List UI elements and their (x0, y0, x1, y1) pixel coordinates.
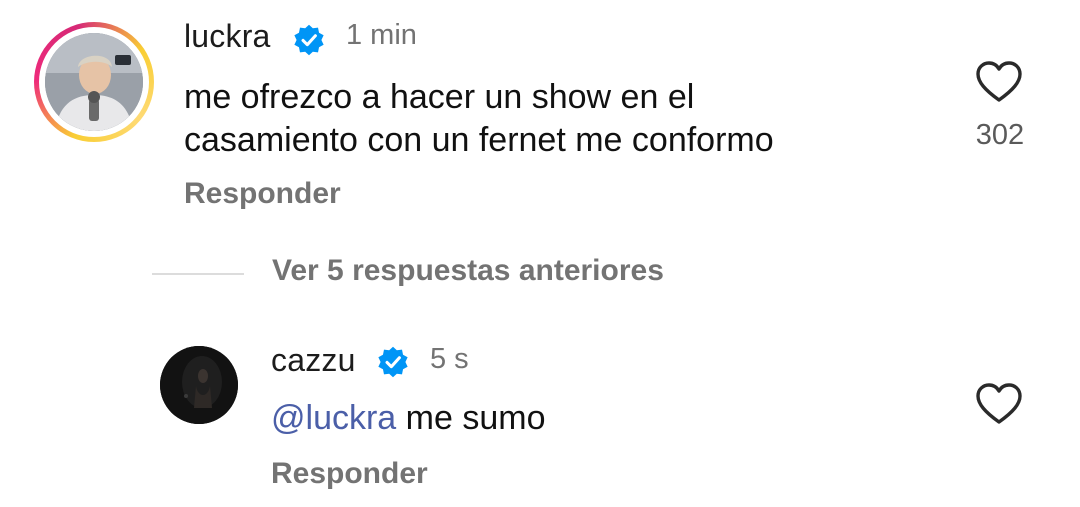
reply-button[interactable]: Responder (271, 457, 428, 491)
like-count: 302 (975, 119, 1025, 151)
heart-icon[interactable] (975, 382, 1023, 426)
comment-text: me ofrezco a hacer un show en el casamie… (184, 76, 774, 162)
comment-text: @luckra me sumo (271, 397, 545, 440)
avatar-photo-luckra (45, 33, 143, 131)
comment-time: 1 min (346, 19, 417, 51)
avatar-photo-cazzu (160, 346, 238, 424)
avatar-cazzu[interactable] (160, 346, 238, 424)
replies-divider (152, 273, 244, 275)
comment-body: me sumo (396, 399, 546, 437)
view-previous-replies-button[interactable]: Ver 5 respuestas anteriores (272, 254, 664, 288)
comment-text-line: me ofrezco a hacer un show en el (184, 78, 695, 116)
comment-text-line: casamiento con un fernet me conformo (184, 121, 774, 159)
reply-button[interactable]: Responder (184, 177, 341, 211)
comment-time: 5 s (430, 343, 469, 375)
story-ring[interactable] (34, 22, 154, 142)
heart-icon[interactable] (975, 60, 1023, 104)
mention-link[interactable]: @luckra (271, 399, 396, 437)
verified-badge-icon (294, 24, 324, 56)
username[interactable]: cazzu (271, 342, 356, 379)
avatar-luckra[interactable] (45, 33, 143, 131)
username[interactable]: luckra (184, 18, 271, 55)
verified-badge-icon (378, 346, 408, 378)
